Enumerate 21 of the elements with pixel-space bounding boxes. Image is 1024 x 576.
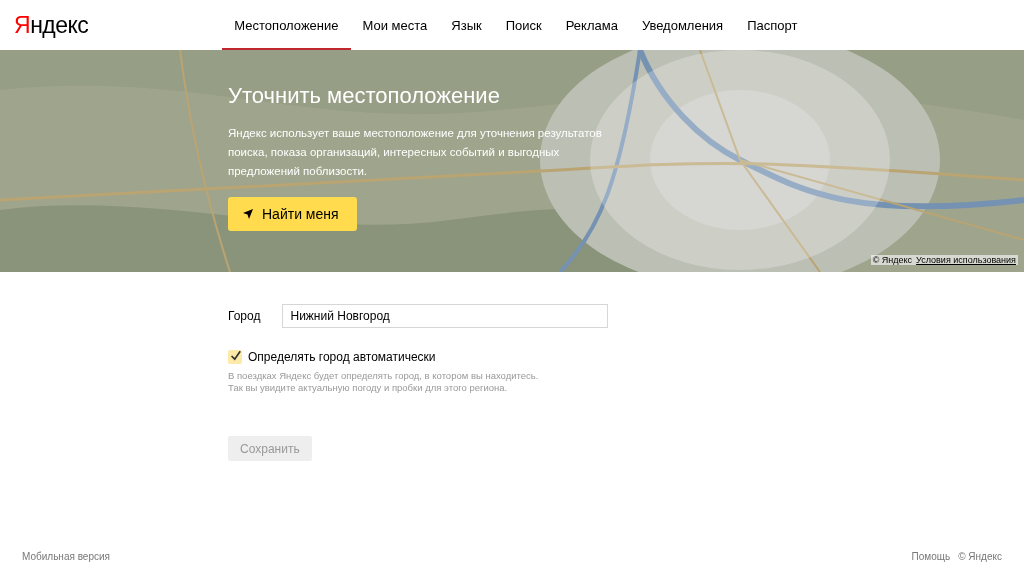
nav-tab[interactable]: Мои места	[350, 0, 440, 50]
nav-tab[interactable]: Поиск	[493, 0, 554, 50]
city-label: Город	[228, 309, 261, 323]
hero-title: Уточнить местоположение	[228, 82, 501, 110]
nav-tab[interactable]: Уведомления	[629, 0, 736, 50]
nav-tab[interactable]: Реклама	[553, 0, 630, 50]
city-field[interactable]: Нижний Новгород	[282, 304, 609, 328]
auto-city-label: Определять город автоматически	[248, 350, 436, 364]
logo[interactable]: Яндекс	[0, 11, 89, 39]
footer-copyright: © Яндекс	[958, 551, 1002, 562]
hint-text: В поездках Яндекс будет определять город, в котором вы находитесь.	[228, 370, 540, 382]
location-arrow-icon	[242, 208, 254, 220]
help-link[interactable]: Помощь	[911, 551, 951, 562]
find-me-button[interactable]: Найти меня	[228, 197, 357, 231]
terms-link[interactable]: Условия использования	[916, 255, 1016, 265]
auto-city-checkbox[interactable]	[228, 350, 242, 364]
hint-text: Так вы увидите актуальную погоду и пробки для этого региона.	[228, 382, 509, 394]
nav-tab[interactable]: Язык	[439, 0, 494, 50]
map-copyright: © Яндекс	[872, 255, 913, 265]
nav-tab[interactable]: Паспорт	[735, 0, 810, 50]
mobile-version-link[interactable]: Мобильная версия	[22, 551, 110, 562]
